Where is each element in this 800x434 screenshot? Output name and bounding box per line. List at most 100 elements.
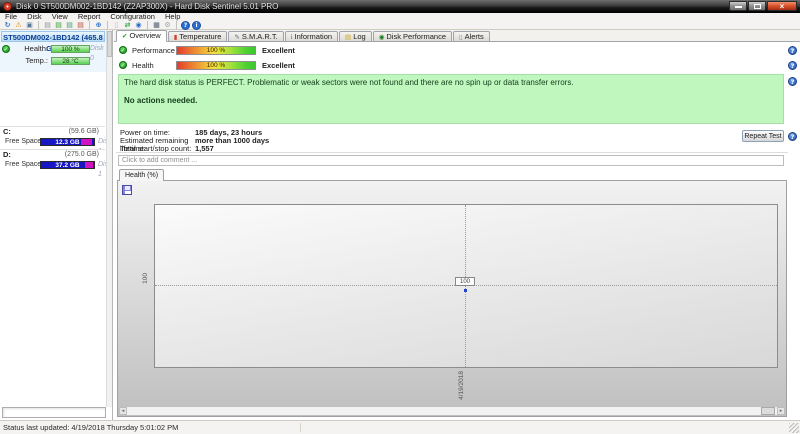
performance-label: Performance (132, 46, 175, 55)
health-data-point (464, 289, 467, 292)
health-bar: 100 % (176, 61, 256, 70)
tab-smart[interactable]: ✎ S.M.A.R.T. (228, 31, 284, 41)
performance-rating: Excellent (262, 46, 295, 55)
volume-d-free-value: 37.2 GB (55, 162, 80, 169)
refresh-icon[interactable]: ↻ (3, 21, 12, 30)
comment-input[interactable]: Click to add comment ... (118, 155, 784, 166)
status-last-updated: Status last updated: 4/19/2018 Thursday … (3, 423, 179, 432)
repeat-test-button[interactable]: Repeat Test (742, 130, 784, 142)
volume-c-usage-bar: 12.3 GB (40, 138, 95, 146)
status-message-text: The hard disk status is PERFECT. Problem… (124, 78, 574, 87)
tab-temperature-label: Temperature (179, 31, 222, 41)
pen-icon: ✎ (234, 32, 240, 41)
volume-d-drive: D: (3, 150, 11, 159)
alerts-page-icon: ▯ (459, 32, 463, 41)
performance-ok-icon: ✓ (119, 46, 127, 54)
disk-remove-icon[interactable]: ▤ (76, 21, 85, 30)
chart-scrollbar[interactable]: ◂ ▸ (119, 407, 785, 415)
volume-c-free-value: 12.3 GB (55, 139, 80, 146)
sync-icon[interactable]: ⇄ (123, 21, 132, 30)
tab-information[interactable]: i Information (284, 31, 339, 41)
resize-grip[interactable] (789, 423, 799, 433)
y-axis-tick-100: 100 (142, 273, 149, 284)
tab-overview[interactable]: ✔ Overview (116, 30, 167, 42)
disk-status-message: The hard disk status is PERFECT. Problem… (118, 74, 784, 124)
tab-disk-performance[interactable]: ◉ Disk Performance (372, 31, 452, 41)
health-help-icon[interactable]: ? (788, 61, 797, 70)
info-icon[interactable]: i (192, 20, 201, 30)
help-icon[interactable]: ? (181, 20, 190, 30)
disk-list-footer-box (2, 407, 106, 418)
health-label: Health: (24, 44, 48, 53)
toolbar-separator (89, 21, 90, 29)
tab-strip: ✔ Overview ▮ Temperature ✎ S.M.A.R.T. i … (114, 30, 800, 42)
close-button[interactable]: × (767, 1, 797, 11)
thermometer-icon: ▮ (173, 32, 178, 41)
disk-0-temp-row: Temp.: 28 °C (0, 56, 106, 66)
world-icon[interactable]: ⊕ (94, 21, 103, 30)
volume-c-item[interactable]: C: (59.6 GB) Free Space 12.3 GB Disk 1 (0, 126, 112, 155)
status-action-text: No actions needed. (124, 96, 198, 105)
system-message-icon[interactable]: ▣ (25, 21, 34, 30)
performance-bar: 100 % (176, 46, 256, 55)
health-rating: Excellent (262, 61, 295, 70)
main-panel: ✔ Overview ▮ Temperature ✎ S.M.A.R.T. i … (114, 30, 800, 420)
health-chart-plot: 100 (154, 204, 778, 368)
tab-temperature[interactable]: ▮ Temperature (167, 31, 228, 41)
info-bubble-icon: i (290, 32, 293, 41)
performance-help-icon[interactable]: ? (788, 46, 797, 55)
status-bar: Status last updated: 4/19/2018 Thursday … (0, 420, 800, 434)
chart-tab-health[interactable]: Health (%) (119, 169, 165, 181)
data-point-tooltip: 100 (455, 277, 475, 286)
health-label: Health (132, 61, 154, 70)
scrollbar-thumb[interactable] (107, 31, 112, 57)
tab-smart-label: S.M.A.R.T. (241, 31, 278, 41)
settings-icon[interactable]: ⚙ (163, 21, 172, 30)
disk-surface-test-icon[interactable]: ▤ (65, 21, 74, 30)
volume-c-freespace-label: Free Space (5, 138, 42, 145)
scrollbar-thumb[interactable] (761, 407, 775, 415)
toolbar-separator (38, 21, 39, 29)
performance-icon: ◉ (378, 32, 385, 41)
scroll-right-arrow[interactable]: ▸ (777, 407, 785, 415)
disk-test-icon[interactable]: ▤ (54, 21, 63, 30)
disk-0-title[interactable]: ST500DM002-1BD142 (465.8 GB) (1, 31, 105, 53)
repeat-test-help-icon[interactable]: ? (788, 132, 797, 141)
tab-log[interactable]: ▤ Log (339, 31, 372, 41)
online-status-icon[interactable]: ◉ (134, 21, 143, 30)
disk-0-health-row: ✓ Health: 100 % Disk 0 (0, 44, 106, 62)
section-divider (116, 152, 788, 153)
tab-disk-performance-label: Disk Performance (386, 31, 446, 41)
save-chart-icon[interactable] (122, 185, 132, 195)
health-bar: 100 % (51, 45, 90, 53)
clipboard-icon[interactable]: ▯ (112, 21, 121, 30)
app-icon (3, 2, 12, 11)
status-help-icon[interactable]: ? (788, 77, 797, 86)
toolbar-separator (107, 21, 108, 29)
tab-alerts-label: Alerts (464, 31, 484, 41)
minimize-button[interactable] (729, 1, 747, 11)
temp-label: Temp.: (25, 56, 48, 65)
x-axis-date-label: 4/19/2018 (458, 371, 465, 400)
overheat-alert-icon[interactable]: ⚠ (14, 21, 23, 30)
app-window: Disk 0 ST500DM002-1BD142 (Z2AP300X) - Ha… (0, 0, 800, 434)
tab-alerts[interactable]: ▯ Alerts (453, 31, 490, 41)
health-ok-icon: ✓ (2, 45, 10, 53)
disk-detect-icon[interactable]: ▤ (43, 21, 52, 30)
volume-d-item[interactable]: D: (275.0 GB) Free Space 37.2 GB Disk 1 (0, 149, 112, 178)
disk-list-scrollbar[interactable] (106, 30, 112, 407)
health-chart-panel: 100 100 4/19/2018 ◂ ▸ (117, 180, 787, 417)
volume-d-size: (275.0 GB) (64, 151, 99, 158)
report-icon[interactable]: ▦ (152, 21, 161, 30)
maximize-button[interactable] (748, 1, 766, 11)
overview-check-icon: ✔ (122, 32, 128, 40)
toolbar: ↻ ⚠ ▣ ▤ ▤ ▤ ▤ ⊕ ▯ ⇄ ◉ ▦ ⚙ ? i (0, 20, 800, 30)
temp-bar: 28 °C (51, 57, 90, 65)
tab-log-label: Log (353, 31, 366, 41)
log-document-icon: ▤ (345, 32, 352, 41)
disk-0-item[interactable]: ST500DM002-1BD142 (465.8 GB) ✓ Health: 1… (0, 30, 106, 72)
disk-list-panel: ST500DM002-1BD142 (465.8 GB) ✓ Health: 1… (0, 30, 113, 420)
statusbar-divider (300, 423, 301, 432)
scroll-left-arrow[interactable]: ◂ (119, 407, 127, 415)
toolbar-separator (176, 21, 177, 29)
